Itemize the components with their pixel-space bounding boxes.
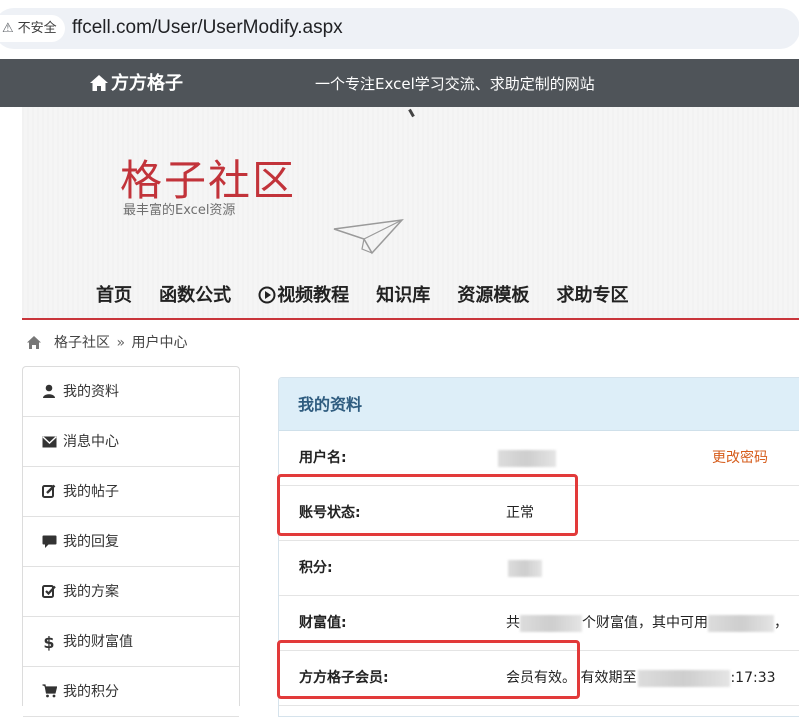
highlight-box-membership: [277, 640, 580, 699]
change-password-link[interactable]: 更改密码: [712, 431, 768, 486]
points-label: 积分:: [299, 560, 333, 576]
browser-address-bar: ⚠ 不安全 ffcell.com/User/UserModify.aspx: [0, 0, 799, 56]
redacted-value: [638, 669, 731, 687]
sidebar-item-posts[interactable]: 我的帖子: [23, 467, 239, 517]
sidebar-item-label: 我的财富值: [63, 634, 133, 650]
sidebar-item-label: 我的回复: [63, 534, 119, 550]
dollar-icon: $: [43, 633, 55, 652]
redacted-value: [508, 559, 542, 577]
breadcrumb-root[interactable]: 格子社区: [54, 335, 110, 351]
paper-plane-icon: [332, 217, 404, 261]
sidebar-item-label: 我的积分: [63, 684, 119, 700]
security-indicator[interactable]: ⚠ 不安全: [0, 15, 65, 42]
sidebar-item-solutions[interactable]: 我的方案: [23, 567, 239, 617]
redacted-value: [498, 449, 556, 467]
main-nav: 首页 函数公式 视频教程 知识库 资源模板 求助专区: [96, 283, 650, 309]
breadcrumb-home-icon: [26, 335, 42, 356]
cart-icon: [41, 669, 57, 719]
nav-videos[interactable]: 视频教程: [258, 283, 349, 312]
user-sidebar: 我的资料 消息中心 我的帖子 我的回复 我的方案 $ 我的财富值 我的积分: [22, 366, 240, 717]
sidebar-item-replies[interactable]: 我的回复: [23, 517, 239, 567]
nav-videos-label: 视频教程: [277, 285, 350, 306]
url-text[interactable]: ffcell.com/User/UserModify.aspx: [72, 14, 343, 42]
sidebar-item-messages[interactable]: 消息中心: [23, 417, 239, 467]
row-points: 积分:: [279, 541, 799, 596]
nav-templates[interactable]: 资源模板: [457, 283, 529, 309]
site-banner: 格子社区 最丰富的Excel资源 首页 函数公式 视频教程 知识库 资源模板 求…: [22, 107, 799, 320]
sidebar-item-label: 我的帖子: [63, 484, 119, 500]
home-icon: [89, 74, 109, 99]
nav-home[interactable]: 首页: [96, 283, 132, 309]
check-square-icon: [41, 569, 57, 619]
redacted-value: [708, 614, 774, 632]
envelope-icon: [41, 419, 57, 469]
security-label: 不安全: [17, 21, 57, 36]
redacted-value: [520, 614, 582, 632]
site-slogan: 一个专注Excel学习交流、求助定制的网站: [315, 75, 595, 93]
brand-link[interactable]: 方方格子: [89, 72, 183, 99]
sidebar-item-label: 我的资料: [63, 384, 119, 400]
top-bar: 方方格子 一个专注Excel学习交流、求助定制的网站: [0, 59, 799, 107]
breadcrumb: 格子社区 » 用户中心: [26, 333, 187, 356]
user-icon: [41, 369, 57, 419]
comment-icon: [41, 519, 57, 569]
sidebar-item-points[interactable]: 我的积分: [23, 667, 239, 717]
breadcrumb-separator: »: [116, 335, 126, 351]
membership-time: :17:33: [730, 670, 776, 686]
play-circle-icon: [258, 286, 276, 312]
edit-icon: [41, 469, 57, 519]
site-subtitle: 最丰富的Excel资源: [123, 203, 236, 218]
wealth-suffix: ，: [774, 615, 788, 631]
nav-knowledge[interactable]: 知识库: [376, 283, 430, 309]
breadcrumb-current: 用户中心: [131, 335, 188, 351]
nav-help[interactable]: 求助专区: [556, 283, 628, 309]
wealth-prefix: 共: [506, 615, 520, 631]
wealth-middle: 个财富值，其中可用: [582, 615, 708, 631]
sidebar-item-profile[interactable]: 我的资料: [23, 367, 239, 417]
warning-icon: ⚠: [2, 21, 14, 36]
points-value: [508, 541, 542, 596]
sidebar-item-label: 我的方案: [63, 584, 119, 600]
highlight-box-account-status: [277, 474, 578, 536]
panel-title: 我的资料: [279, 378, 799, 431]
nav-functions[interactable]: 函数公式: [159, 283, 231, 309]
sidebar-item-label: 消息中心: [63, 434, 119, 450]
site-title[interactable]: 格子社区: [120, 155, 296, 207]
sidebar-item-wealth[interactable]: $ 我的财富值: [23, 617, 239, 667]
brand-name: 方方格子: [111, 73, 183, 94]
